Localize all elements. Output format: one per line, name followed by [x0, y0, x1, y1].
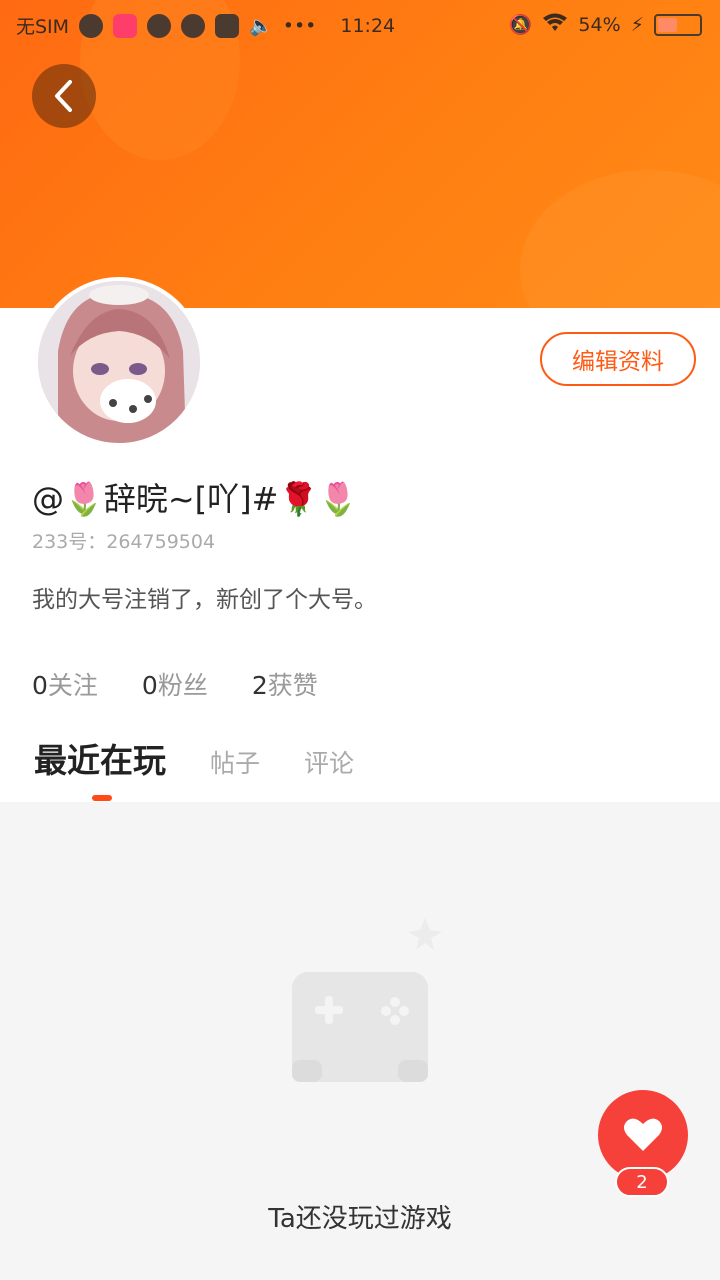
stat-number: 0	[141, 671, 158, 700]
username: @🌷辞晥~[吖]#🌹🌷	[32, 480, 359, 518]
user-id: 233号：264759504	[32, 531, 216, 553]
carrier-label: 无SIM	[16, 16, 70, 38]
browser-app-icon	[147, 13, 172, 38]
stat-following[interactable]: 0关注	[32, 666, 98, 702]
stat-followers[interactable]: 0粉丝	[142, 666, 208, 702]
profile-stats: 0关注 0粉丝 2获赞	[32, 666, 318, 702]
stat-label: 关注	[47, 671, 98, 700]
stat-likes[interactable]: 2获赞	[252, 666, 318, 702]
gamepad-icon	[292, 918, 442, 1082]
edit-profile-button[interactable]: 编辑资料	[540, 332, 696, 386]
clock: 11:24	[340, 14, 396, 37]
avatar-image	[38, 281, 200, 443]
silent-bell-icon: 🔕	[508, 14, 533, 36]
banner-decoration	[520, 170, 720, 308]
profile-tabs: 最近在玩 帖子 评论	[34, 734, 398, 782]
media-app-icon	[79, 13, 104, 38]
chevron-left-icon	[55, 80, 72, 112]
battery-icon	[654, 13, 702, 36]
back-button[interactable]	[32, 64, 96, 128]
charging-icon: ⚡	[630, 13, 644, 36]
status-bar: 无SIM 🔈 ••• 11:24 🔕 54% ⚡	[0, 0, 720, 46]
heart-icon	[624, 1118, 662, 1151]
wifi-icon	[542, 12, 568, 37]
tab-recently-played[interactable]: 最近在玩	[34, 734, 166, 782]
battery-percent: 54%	[578, 13, 621, 36]
volume-icon: 🔈	[249, 15, 273, 37]
stat-number: 0	[32, 671, 48, 700]
tab-posts[interactable]: 帖子	[210, 744, 260, 780]
user-bio: 我的大号注销了，新创了个大号。	[32, 587, 377, 613]
empty-state-title: Ta还没玩过游戏	[268, 1204, 452, 1234]
active-tab-indicator	[92, 795, 112, 801]
battery-level	[658, 17, 677, 32]
more-notifications-icon: •••	[282, 14, 317, 37]
tab-comments[interactable]: 评论	[304, 744, 354, 780]
notification-app-icon	[215, 13, 240, 38]
game-app-icon	[181, 13, 206, 38]
like-count-badge: 2	[615, 1167, 669, 1197]
music-app-icon	[113, 13, 138, 38]
avatar[interactable]	[34, 277, 204, 447]
profile-header-banner	[0, 0, 720, 308]
stat-label: 获赞	[267, 671, 318, 700]
empty-state-illustration	[250, 910, 470, 1100]
stat-number: 2	[251, 671, 268, 700]
stat-label: 粉丝	[157, 671, 208, 700]
